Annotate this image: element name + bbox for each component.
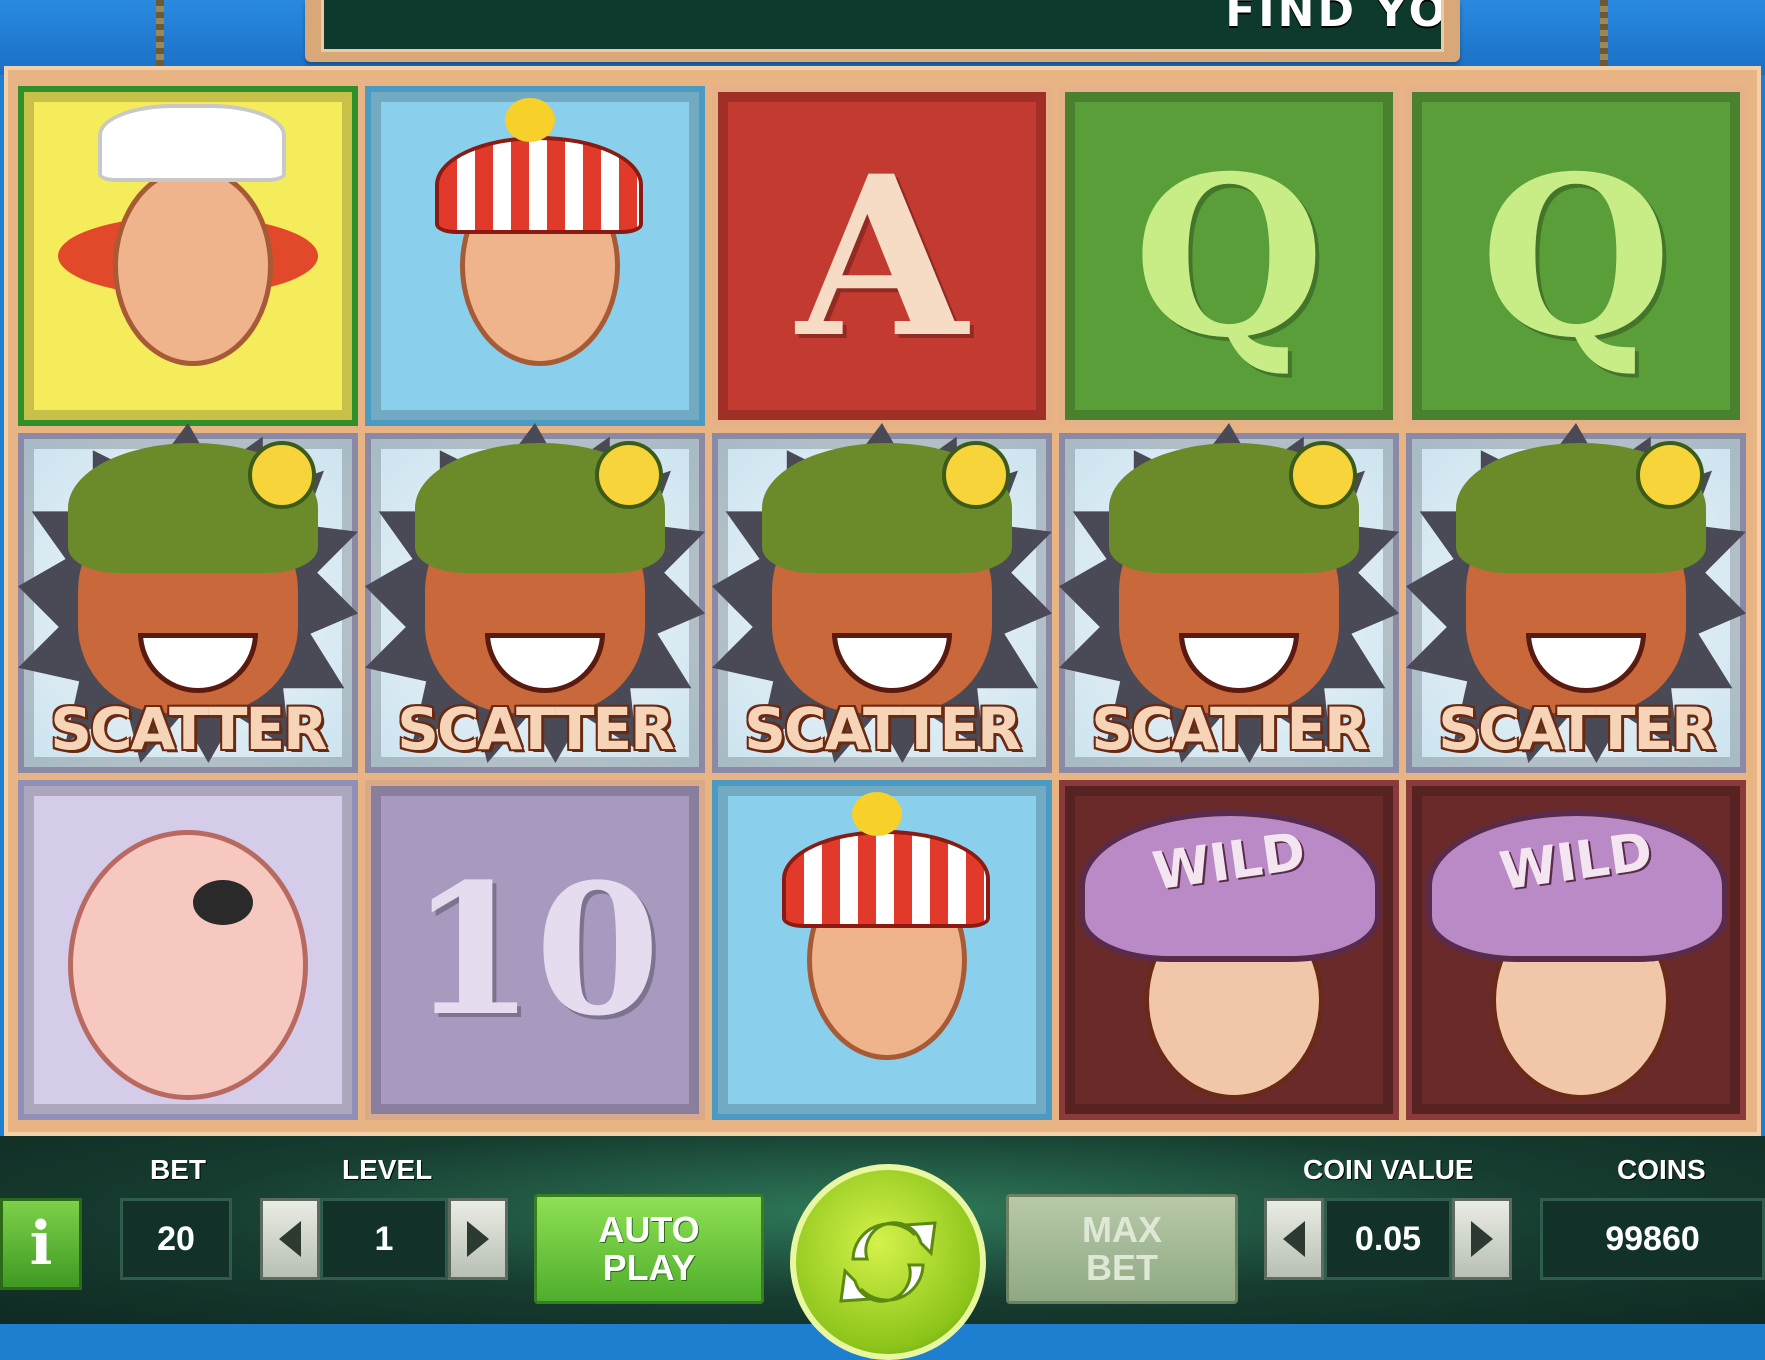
crocodile-eye-icon [595,441,663,509]
arrow-right-icon [467,1221,489,1257]
rubber-duck-icon [505,98,555,142]
banner-text: FIND YO [1225,0,1444,37]
coin-value-label: COIN VALUE [1303,1154,1474,1185]
wild-symbol-cell: WILD [1059,780,1399,1120]
spin-button[interactable] [790,1164,986,1360]
auto-play-label-line2: PLAY [602,1247,696,1288]
character-face [68,830,308,1100]
reel-grid: 10 A Q WILD Q WILD SCATTER SCATTER SCATTER SCATTE… [18,86,1765,1126]
letter-symbol-cell: Q [1406,86,1746,426]
scatter-label: SCATTER [1438,695,1715,763]
level-value: 1 [374,1219,394,1258]
crocodile-eye-icon [1289,441,1357,509]
scatter-label: SCATTER [744,695,1021,763]
duck-hat-pirate-symbol-cell [365,86,705,426]
crocodile-eye-icon [248,441,316,509]
letter-symbol-cell: 10 [365,780,705,1120]
reel-frame: 10 A Q WILD Q WILD SCATTER SCATTER SCATTER SCATTE… [4,66,1761,1136]
scatter-symbol: SCATTER [8,413,368,813]
coin-value-decrease-button[interactable] [1264,1198,1324,1280]
banner-board: FIND YO [321,0,1444,52]
coin-value-increase-button[interactable] [1452,1198,1512,1280]
letter-symbol: Q [1480,126,1672,386]
letter-symbol: A [796,126,968,386]
striped-hat [435,136,643,234]
letter-symbol-cell: A [712,86,1052,426]
nurse-hat [98,104,286,182]
level-increase-button[interactable] [448,1198,508,1280]
scatter-symbol: SCATTER [355,413,715,813]
nurse-pirate-symbol-cell [18,86,358,426]
spin-arrows-icon [839,1221,937,1303]
max-bet-label-line1: MAX [1082,1209,1162,1250]
scatter-symbol: SCATTER [1396,413,1756,813]
scatter-label: SCATTER [50,695,327,763]
control-bar: i BET 20 LEVEL 1 AUTO PLAY MAX BET COIN … [0,1136,1765,1360]
eyepatch-pirate-symbol-cell [18,780,358,1120]
arrow-left-icon [279,1221,301,1257]
coin-value-display: 0.05 [1324,1198,1452,1280]
wild-symbol-cell: WILD [1406,780,1746,1120]
top-banner: FIND YO [305,0,1460,62]
level-label: LEVEL [342,1154,433,1185]
max-bet-button[interactable]: MAX BET [1006,1194,1238,1304]
level-value-display: 1 [320,1198,448,1280]
auto-play-label-line1: AUTO [598,1209,700,1250]
striped-hat [782,830,990,928]
arrow-left-icon [1283,1221,1305,1257]
info-button[interactable]: i [0,1198,82,1290]
bet-label: BET [150,1154,206,1185]
crocodile-eye-icon [942,441,1010,509]
scatter-symbol: SCATTER [702,413,1062,813]
level-decrease-button[interactable] [260,1198,320,1280]
coin-value: 0.05 [1354,1219,1422,1258]
letter-symbol: 10 [409,844,661,1056]
eyepatch-icon [193,880,253,925]
scatter-label: SCATTER [1091,695,1368,763]
scatter-label: SCATTER [397,695,674,763]
auto-play-button[interactable]: AUTO PLAY [534,1194,764,1304]
info-icon: i [29,1209,53,1279]
coins-display: 99860 [1540,1198,1765,1280]
banner-rope-right [1600,0,1608,70]
arrow-right-icon [1471,1221,1493,1257]
max-bet-label-line2: BET [1086,1247,1158,1288]
banner-rope-left [156,0,164,70]
duck-hat-pirate-symbol-cell [712,780,1052,1120]
character-face [113,166,273,366]
coins-label: COINS [1617,1154,1706,1185]
bet-value-display: 20 [120,1198,232,1280]
coins-value: 99860 [1605,1219,1700,1258]
scatter-symbol: SCATTER [1049,413,1409,813]
letter-symbol-cell: Q [1059,86,1399,426]
letter-symbol: Q [1133,126,1325,386]
bet-value: 20 [157,1219,195,1258]
crocodile-eye-icon [1636,441,1704,509]
